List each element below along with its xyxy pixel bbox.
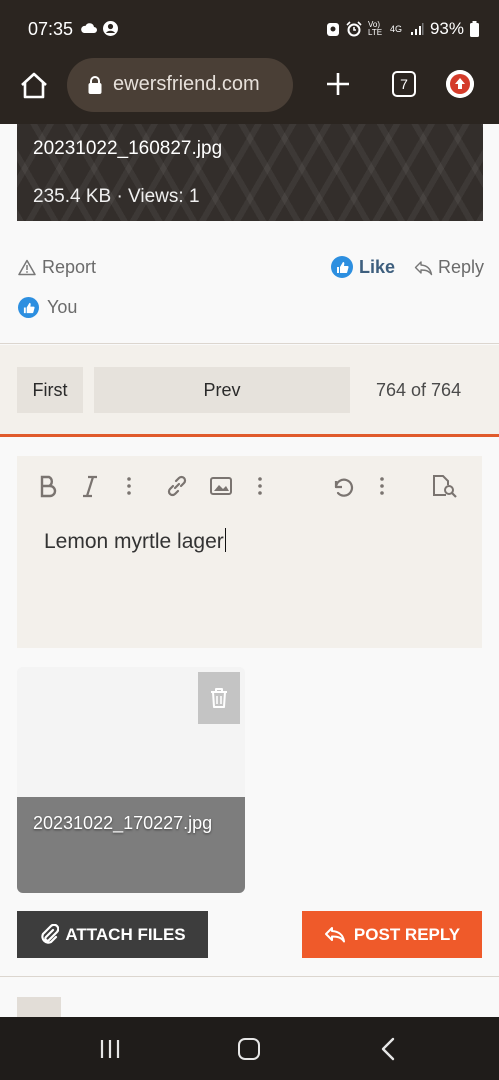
signal-icon — [410, 23, 424, 35]
editor-text: Lemon myrtle lager — [44, 530, 224, 553]
account-circle-icon — [103, 21, 118, 36]
battery-icon — [470, 21, 479, 37]
status-time: 07:35 — [28, 19, 74, 39]
image-icon[interactable] — [209, 473, 233, 499]
attach-files-button[interactable]: ATTACH FILES — [17, 911, 208, 958]
page-info: 764 of 764 — [376, 380, 462, 400]
reactors-label: You — [47, 297, 78, 317]
cloud-icon — [81, 23, 97, 33]
volte-icon: Vo) LTE — [367, 20, 383, 37]
system-nav-bar — [0, 1017, 499, 1080]
trash-icon — [211, 688, 227, 708]
reply-link[interactable]: Reply — [414, 257, 484, 278]
more-options-icon[interactable] — [125, 473, 133, 499]
more-options-icon[interactable] — [256, 473, 264, 499]
reply-icon — [324, 926, 345, 942]
delete-attachment-button[interactable] — [198, 672, 240, 724]
reply-editor[interactable]: Lemon myrtle lager — [17, 456, 482, 648]
preview-icon[interactable] — [430, 473, 458, 499]
reply-label: Reply — [438, 257, 485, 277]
lock-icon — [88, 76, 102, 94]
like-label: Like — [359, 256, 396, 277]
pending-attachment-card: 20231022_170227.jpg — [17, 667, 245, 893]
first-page-button[interactable]: First — [17, 367, 83, 413]
new-tab-icon[interactable] — [324, 70, 352, 98]
post-reply-label: POST REPLY — [353, 924, 461, 944]
post-reply-button[interactable]: POST REPLY — [302, 911, 482, 958]
attachment-image-preview[interactable]: 20231022_160827.jpg 235.4 KB · Views: 1 — [17, 124, 483, 221]
4g-data-icon: 4G — [389, 23, 402, 34]
undo-icon[interactable] — [330, 473, 356, 499]
status-bar: 07:35 Vo) LTE 4G 93% — [0, 0, 499, 58]
editor-content[interactable]: Lemon myrtle lager — [44, 528, 226, 554]
battery-percent: 93% — [429, 19, 464, 38]
more-options-icon[interactable] — [378, 473, 386, 499]
reactions-summary[interactable]: You — [18, 297, 77, 318]
link-icon[interactable] — [164, 473, 190, 499]
reply-icon — [414, 260, 433, 275]
address-bar[interactable]: ewersfriend.com — [67, 58, 293, 112]
home-icon[interactable] — [18, 70, 50, 102]
recents-icon[interactable] — [99, 1039, 121, 1059]
warning-icon — [18, 259, 36, 276]
browser-toolbar: ewersfriend.com 7 — [0, 58, 499, 124]
tab-switcher-button[interactable]: 7 — [392, 71, 416, 97]
paperclip-icon — [41, 923, 60, 944]
section-divider — [0, 976, 499, 977]
text-caret — [224, 528, 226, 552]
home-nav-icon[interactable] — [238, 1038, 260, 1060]
upgrade-icon[interactable] — [446, 70, 474, 98]
italic-icon[interactable] — [81, 473, 99, 499]
report-link[interactable]: Report — [18, 257, 96, 278]
pagination: First Prev 764 of 764 — [0, 345, 499, 437]
post-actions: Report Like Reply You — [0, 221, 499, 344]
attach-files-label: ATTACH FILES — [65, 924, 186, 944]
next-post-preview — [17, 997, 61, 1017]
back-icon[interactable] — [380, 1037, 396, 1061]
thumbs-up-icon — [331, 256, 353, 278]
bold-icon[interactable] — [37, 473, 59, 499]
alarm-icon — [346, 21, 362, 37]
attachment-filename: 20231022_160827.jpg — [33, 138, 223, 159]
thumbs-up-icon — [18, 297, 39, 318]
report-label: Report — [42, 257, 97, 277]
prev-page-button[interactable]: Prev — [94, 367, 350, 413]
attachment-meta: 235.4 KB · Views: 1 — [33, 186, 200, 207]
like-button[interactable]: Like — [331, 256, 395, 278]
notification-app-icon — [326, 23, 339, 36]
url-text: ewersfriend.com — [113, 73, 260, 95]
pending-attachment-filename: 20231022_170227.jpg — [33, 813, 213, 833]
